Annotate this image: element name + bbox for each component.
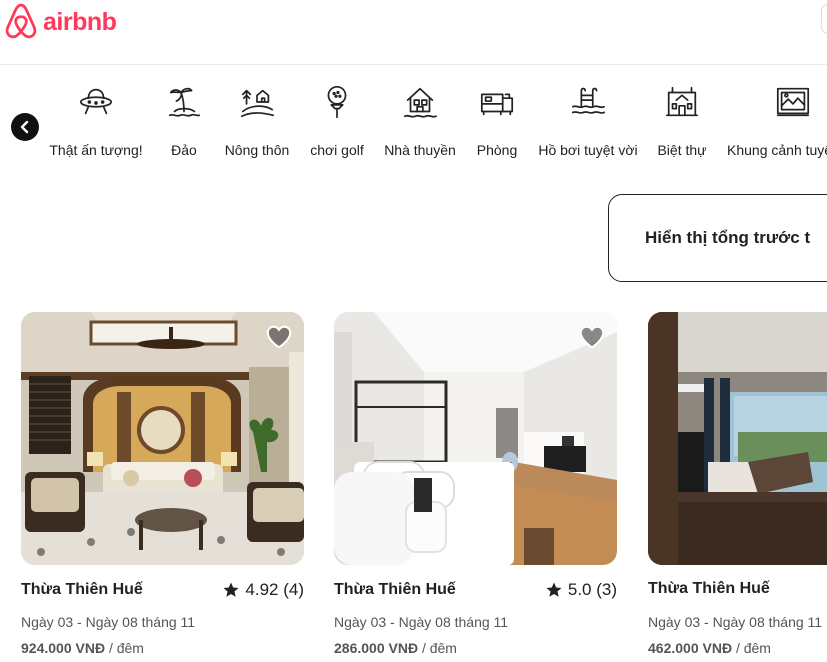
listing-price: 924.000 VNĐ / đêm (21, 640, 144, 656)
listing-rating: 5.0 (3) (545, 580, 617, 600)
category-item-golf[interactable]: chơi golf (305, 80, 369, 162)
listing-dates: Ngày 03 - Ngày 08 tháng 11 (334, 614, 509, 630)
header-edge-control[interactable] (821, 4, 827, 34)
listing-location: Thừa Thiên Huế (21, 581, 143, 598)
airbnb-logo-icon (5, 3, 37, 39)
star-icon (546, 582, 562, 597)
wishlist-heart-button[interactable] (264, 322, 294, 352)
listing-photo[interactable] (21, 312, 304, 565)
ufo-icon (76, 80, 116, 124)
price-unit: / đêm (732, 640, 771, 656)
rating-value: 5.0 (3) (567, 580, 617, 599)
listing-price: 286.000 VNĐ / đêm (334, 640, 457, 656)
category-label: Đảo (171, 142, 197, 158)
price-amount: 286.000 VNĐ (334, 640, 419, 656)
logo-text: airbnb (43, 7, 117, 36)
category-item-countryside[interactable]: Nông thôn (222, 80, 292, 162)
category-item-houseboat[interactable]: Nhà thuyền (382, 80, 458, 162)
category-scroll-left-button[interactable] (11, 113, 39, 141)
listing-dates: Ngày 03 - Ngày 08 tháng 11 (648, 614, 823, 630)
pool-icon (568, 80, 608, 124)
category-label: Hồ bơi tuyệt vời (538, 142, 638, 158)
listing-card[interactable]: Thừa Thiên Huế 5.0 (3) Ngày 03 - Ngày 08… (334, 312, 617, 656)
category-item-amazing-pools[interactable]: Hồ bơi tuyệt vời (535, 80, 641, 162)
heart-icon (579, 325, 605, 349)
category-label: Phòng (476, 142, 518, 158)
countryside-icon (237, 80, 277, 124)
price-amount: 462.000 VNĐ (648, 640, 733, 656)
category-item-amazing[interactable]: Thật ấn tượng! (48, 80, 144, 162)
listing-photo-image (648, 312, 827, 565)
mansion-icon (662, 80, 702, 124)
listing-card[interactable]: Thừa Thiên Huế 4.92 (4) Ngày 03 - Ngày 0… (21, 312, 304, 656)
price-unit: / đêm (105, 640, 144, 656)
category-label: Nhà thuyền (384, 142, 456, 158)
houseboat-icon (400, 80, 440, 124)
listing-dates: Ngày 03 - Ngày 08 tháng 11 (21, 614, 196, 630)
category-item-rooms[interactable]: Phòng (472, 80, 522, 162)
price-unit: / đêm (418, 640, 457, 656)
listing-photo-image (334, 312, 617, 565)
view-icon (773, 80, 813, 124)
display-total-toggle[interactable]: Hiển thị tổng trước t (608, 194, 827, 282)
listing-photo-image (21, 312, 304, 565)
display-total-label: Hiển thị tổng trước t (645, 228, 811, 247)
category-item-views[interactable]: Khung cảnh tuyệ (727, 80, 827, 162)
golf-icon (317, 80, 357, 124)
chevron-left-icon (20, 120, 29, 134)
bed-icon (477, 80, 517, 124)
price-amount: 924.000 VNĐ (21, 640, 106, 656)
category-label: Thật ấn tượng! (49, 142, 143, 158)
listing-location: Thừa Thiên Huế (648, 580, 770, 597)
category-label: Biệt thự (657, 142, 707, 158)
top-header: airbnb (0, 0, 827, 65)
listing-photo[interactable] (648, 312, 827, 565)
heart-icon (266, 325, 292, 349)
listing-location: Thừa Thiên Huế (334, 581, 456, 598)
category-item-island[interactable]: Đảo (158, 80, 210, 162)
category-item-mansions[interactable]: Biệt thự (654, 80, 710, 162)
category-label: Nông thôn (224, 142, 290, 158)
wishlist-heart-button[interactable] (577, 322, 607, 352)
listing-price: 462.000 VNĐ / đêm (648, 640, 771, 656)
listing-card[interactable]: Thừa Thiên Huế Ngày 03 - Ngày 08 tháng 1… (648, 312, 827, 662)
rating-value: 4.92 (4) (245, 580, 304, 599)
star-icon (223, 582, 239, 597)
category-label: Khung cảnh tuyệ (727, 142, 827, 158)
island-icon (164, 80, 204, 124)
listing-photo[interactable] (334, 312, 617, 565)
listing-rating: 4.92 (4) (222, 580, 304, 600)
airbnb-logo[interactable]: airbnb (4, 2, 117, 42)
category-label: chơi golf (310, 142, 364, 158)
